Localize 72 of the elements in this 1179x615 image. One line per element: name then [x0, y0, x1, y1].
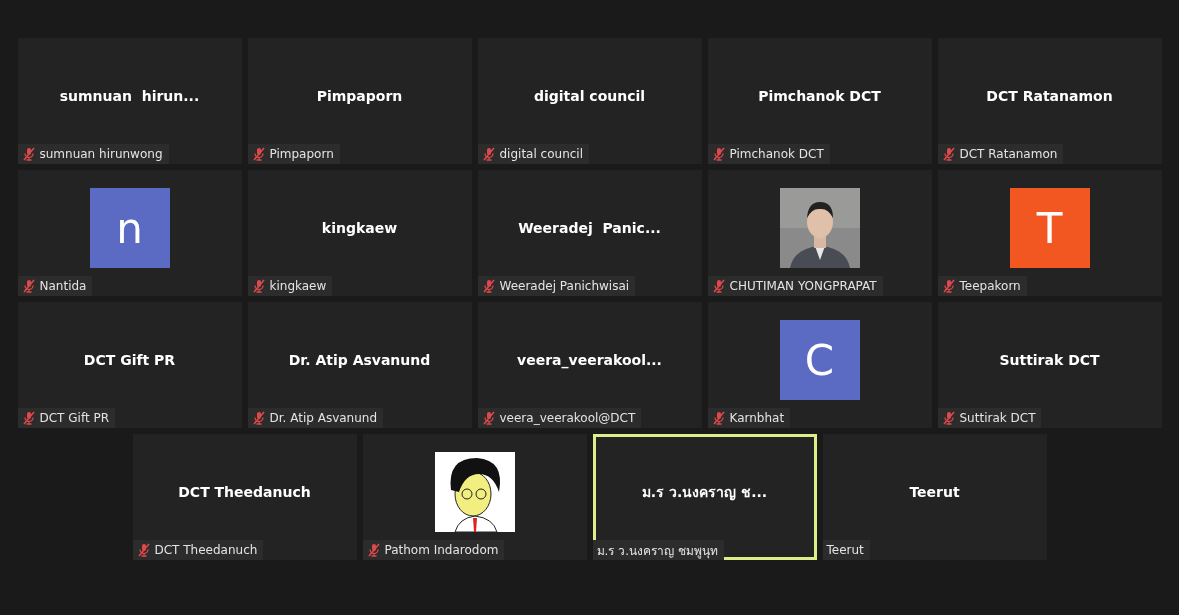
muted-microphone-icon [711, 411, 726, 425]
video-tile[interactable]: kingkaew kingkaew [247, 170, 472, 296]
video-tile[interactable]: digital council digital council [477, 38, 702, 164]
participant-name: ม.ร ว.นงคราญ ช... [641, 483, 768, 503]
muted-microphone-icon [481, 279, 496, 293]
video-tile[interactable]: DCT Gift PR DCT Gift PR [17, 302, 242, 428]
participant-label: Pimchanok DCT [729, 147, 824, 161]
video-tile[interactable]: Pathom Indarodom [362, 434, 587, 560]
participant-label: DCT Gift PR [39, 411, 109, 425]
video-tile[interactable]: veera_veerakool... veera_veerakool@DCT [477, 302, 702, 428]
active-speaker-tile[interactable]: ม.ร ว.นงคราญ ช... ม.ร ว.นงคราญ ชมพูนุท [592, 434, 817, 560]
muted-microphone-icon [21, 279, 36, 293]
video-tile[interactable]: Teerut Teerut [822, 434, 1047, 560]
participant-name: DCT Gift PR [83, 352, 176, 368]
participant-label: ม.ร ว.นงคราญ ชมพูนุท [596, 542, 718, 560]
video-tile[interactable]: Pimchanok DCT Pimchanok DCT [707, 38, 932, 164]
participant-label: Karnbhat [729, 411, 785, 425]
muted-microphone-icon [251, 147, 266, 161]
video-tile[interactable]: Dr. Atip Asvanund Dr. Atip Asvanund [247, 302, 472, 428]
participant-label: DCT Theedanuch [154, 543, 258, 557]
video-tile[interactable]: C Karnbhat [707, 302, 932, 428]
muted-microphone-icon [21, 411, 36, 425]
muted-microphone-icon [251, 279, 266, 293]
muted-microphone-icon [136, 543, 151, 557]
participant-name: kingkaew [321, 220, 398, 236]
participant-name: sumnuan hirun... [59, 88, 200, 104]
participant-name: Suttirak DCT [999, 352, 1100, 368]
participant-name: DCT Theedanuch [178, 484, 311, 500]
avatar-initial: C [779, 320, 860, 400]
participant-name: veera_veerakool... [517, 352, 662, 368]
muted-microphone-icon [941, 411, 956, 425]
participant-name: Teerut [909, 484, 960, 500]
participant-name: Pimpaporn [316, 88, 403, 104]
video-tile[interactable]: Weeradej Panic... Weeradej Panichwisai [477, 170, 702, 296]
muted-microphone-icon [481, 411, 496, 425]
participant-label: DCT Ratanamon [959, 147, 1058, 161]
muted-microphone-icon [481, 147, 496, 161]
participant-name: Weeradej Panic... [518, 220, 661, 236]
muted-microphone-icon [941, 147, 956, 161]
muted-microphone-icon [941, 279, 956, 293]
video-tile[interactable]: Suttirak DCT Suttirak DCT [937, 302, 1162, 428]
participant-label: Weeradej Panichwisai [499, 279, 630, 293]
video-tile[interactable]: DCT Ratanamon DCT Ratanamon [937, 38, 1162, 164]
avatar-initial: n [89, 188, 170, 268]
participant-name: Pimchanok DCT [758, 88, 881, 104]
video-tile[interactable]: Pimpaporn Pimpaporn [247, 38, 472, 164]
participant-label: Teerut [826, 543, 864, 557]
participant-label: Pathom Indarodom [384, 543, 499, 557]
muted-microphone-icon [366, 543, 381, 557]
muted-microphone-icon [21, 147, 36, 161]
video-tile[interactable]: sumnuan hirun... sumnuan hirunwong [17, 38, 242, 164]
participant-label: kingkaew [269, 279, 327, 293]
muted-microphone-icon [711, 279, 726, 293]
participant-label: CHUTIMAN YONGPRAPAT [729, 279, 877, 293]
avatar-initial: T [1009, 188, 1090, 268]
video-tile[interactable]: DCT Theedanuch DCT Theedanuch [132, 434, 357, 560]
participant-label: Pimpaporn [269, 147, 334, 161]
participant-label: Suttirak DCT [959, 411, 1036, 425]
muted-microphone-icon [251, 411, 266, 425]
participant-name: DCT Ratanamon [986, 88, 1113, 104]
participant-label: sumnuan hirunwong [39, 147, 163, 161]
participant-label: Nantida [39, 279, 87, 293]
participant-label: veera_veerakool@DCT [499, 411, 636, 425]
participant-label: digital council [499, 147, 584, 161]
video-tile[interactable]: T Teepakorn [937, 170, 1162, 296]
participant-name: Dr. Atip Asvanund [288, 352, 431, 368]
participant-name: digital council [533, 88, 646, 104]
video-tile[interactable]: CHUTIMAN YONGPRAPAT [707, 170, 932, 296]
video-tile[interactable]: n Nantida [17, 170, 242, 296]
participant-label: Teepakorn [959, 279, 1021, 293]
muted-microphone-icon [711, 147, 726, 161]
participant-label: Dr. Atip Asvanund [269, 411, 378, 425]
